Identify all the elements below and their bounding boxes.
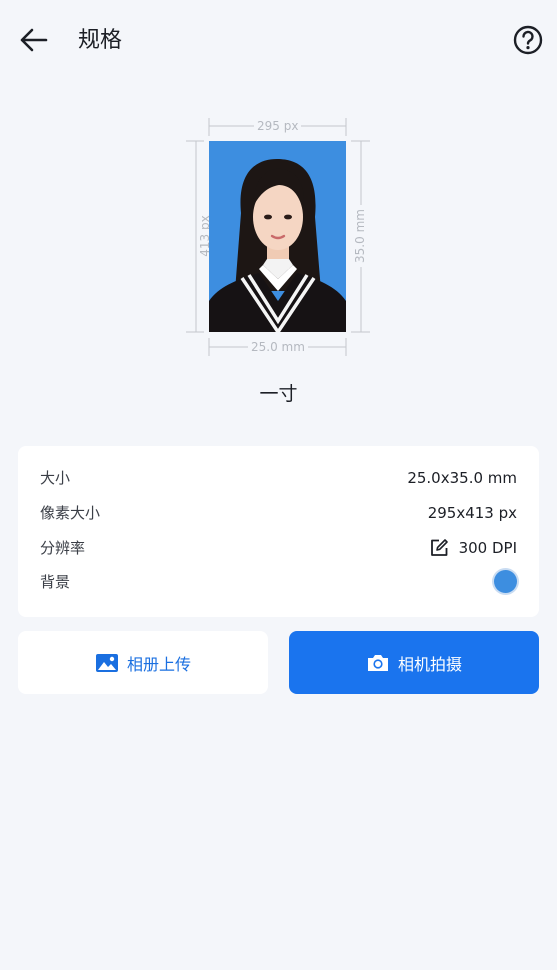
- background-label: 背景: [40, 573, 71, 591]
- resolution-row: 分辨率 300 DPI: [40, 536, 517, 560]
- background-row: 背景: [40, 570, 517, 594]
- camera-icon: [367, 654, 388, 671]
- gallery-icon: [95, 653, 118, 672]
- height-mm-label: 35.0 mm: [353, 205, 367, 267]
- question-circle-icon: [513, 25, 543, 55]
- page-title: 规格: [78, 28, 123, 53]
- resolution-label: 分辨率: [40, 539, 86, 557]
- album-upload-label: 相册上传: [126, 654, 191, 674]
- spec-name: 一寸: [259, 383, 298, 405]
- size-label: 大小: [40, 469, 71, 487]
- width-px-label: 295 px: [254, 119, 302, 133]
- resolution-edit[interactable]: 300 DPI: [429, 536, 517, 560]
- background-color-swatch[interactable]: [494, 570, 517, 593]
- portrait-illustration: [209, 141, 346, 332]
- camera-capture-label: 相机拍摄: [397, 654, 462, 674]
- arrow-left-icon: [20, 28, 48, 52]
- width-mm-label: 25.0 mm: [248, 340, 308, 354]
- resolution-value: 300 DPI: [458, 539, 517, 557]
- size-row: 大小 25.0x35.0 mm: [40, 466, 517, 490]
- pixel-size-label: 像素大小: [40, 504, 101, 522]
- photo-preview: 295 px 25.0 mm 413 px 35.0 mm: [186, 116, 372, 360]
- pixel-size-row: 像素大小 295x413 px: [40, 501, 517, 525]
- album-upload-button[interactable]: 相册上传: [18, 631, 268, 694]
- help-button[interactable]: [511, 23, 545, 57]
- back-button[interactable]: [14, 22, 54, 58]
- top-bar: 规格: [0, 0, 557, 82]
- camera-capture-button[interactable]: 相机拍摄: [289, 631, 539, 694]
- sample-portrait-photo: [209, 141, 346, 332]
- size-value: 25.0x35.0 mm: [407, 469, 517, 487]
- spec-info-card: 大小 25.0x35.0 mm 像素大小 295x413 px 分辨率 300 …: [18, 446, 539, 617]
- edit-icon[interactable]: [429, 538, 449, 558]
- pixel-size-value: 295x413 px: [427, 504, 517, 522]
